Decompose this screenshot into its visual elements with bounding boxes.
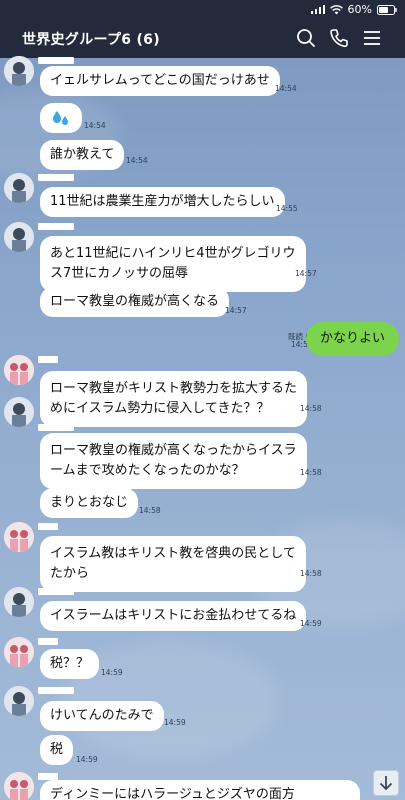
message-bubble[interactable]: 税？？	[40, 649, 100, 679]
battery-percent: 60%	[347, 3, 372, 16]
wifi-icon	[329, 4, 343, 14]
signal-icon	[310, 5, 325, 14]
message-time: 14:59	[164, 718, 186, 727]
message-bubble[interactable]: ローマ教皇がキリスト教勢力を拡大するた めにイスラム勢力に侵入してきた？？	[40, 371, 308, 427]
sender-name	[38, 174, 74, 181]
arrow-down-icon	[379, 776, 393, 791]
message-time: 14:54	[84, 121, 106, 130]
message-bubble[interactable]: ローマ教皇の権威が高くなる	[40, 287, 230, 317]
message-time: 14:58	[300, 468, 322, 477]
scroll-to-bottom-button[interactable]	[373, 770, 399, 796]
message-time: 14:59	[300, 619, 322, 628]
sender-name	[38, 223, 74, 230]
status-bar: 60%	[0, 0, 405, 18]
message-time: 14:54	[275, 84, 297, 93]
sender-name	[38, 523, 58, 530]
chat-screen: 60% 世界史グループ6 (6) イェルサレムってどこの国だっけあせ 14:54…	[0, 0, 405, 800]
member-avatar[interactable]	[4, 56, 34, 86]
sender-name	[38, 687, 74, 694]
message-time: 14:58	[300, 569, 322, 578]
sender-name	[38, 773, 58, 780]
member-avatar[interactable]	[4, 587, 34, 617]
member-avatar[interactable]	[4, 772, 34, 800]
phone-icon[interactable]	[328, 27, 350, 49]
sender-name	[38, 638, 58, 645]
message-time: 14:58	[139, 506, 161, 515]
message-bubble[interactable]: けいてんのたみで	[40, 701, 164, 731]
sender-name	[38, 356, 58, 363]
sender-name	[38, 57, 74, 64]
member-avatar[interactable]	[4, 637, 34, 667]
member-avatar[interactable]	[4, 173, 34, 203]
message-bubble[interactable]: あと11世紀にハインリヒ4世がグレゴリウ ス7世にカノッサの屈辱	[40, 236, 306, 292]
menu-icon[interactable]	[361, 27, 383, 49]
chat-header: 世界史グループ6 (6)	[0, 18, 405, 58]
message-time: 14:54	[126, 156, 148, 165]
message-time: 14:59	[76, 755, 98, 764]
message-bubble[interactable]: イェルサレムってどこの国だっけあせ	[40, 66, 280, 96]
message-time: 14:55	[276, 204, 298, 213]
message-time: 14:58	[300, 404, 322, 413]
chat-title: 世界史グループ6 (6)	[22, 32, 160, 48]
message-bubble[interactable]: イスラームはキリストにお金払わせてるね	[40, 601, 307, 631]
my-message-bubble[interactable]: かなりよい	[305, 322, 399, 356]
member-avatar[interactable]	[4, 397, 34, 427]
search-icon[interactable]	[295, 27, 317, 49]
member-avatar[interactable]	[4, 522, 34, 552]
message-bubble[interactable]: ローマ教皇の権威が高くなったからイスラ ームまで攻めたくなったのかな？	[40, 433, 307, 489]
battery-icon	[377, 4, 397, 15]
message-bubble[interactable]: イスラム教はキリスト教を啓典の民として たから	[40, 536, 306, 592]
message-bubble[interactable]: ディンミーにはハラージュとジズヤの面方	[40, 780, 360, 800]
sticker-bubble[interactable]	[40, 103, 82, 133]
sweat-drops-icon	[53, 111, 68, 125]
member-avatar[interactable]	[4, 355, 34, 385]
message-time: 14:57	[225, 306, 247, 315]
member-avatar[interactable]	[4, 222, 34, 252]
message-time: 14:59	[101, 668, 123, 677]
message-time: 14:57	[295, 269, 317, 278]
message-bubble[interactable]: まりとおなじ	[40, 488, 139, 518]
member-avatar[interactable]	[4, 686, 34, 716]
message-bubble[interactable]: 誰か教えて	[40, 140, 125, 170]
message-bubble[interactable]: 11世紀は農業生産力が増大したらしい	[40, 187, 285, 217]
message-bubble[interactable]: 税	[40, 735, 74, 765]
